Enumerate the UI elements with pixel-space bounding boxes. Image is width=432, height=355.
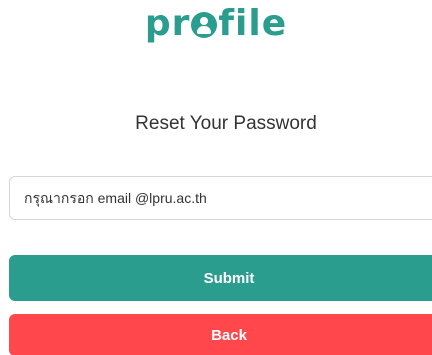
profile-logo: pr file bbox=[0, 2, 432, 46]
user-head-shape bbox=[200, 17, 209, 25]
user-circle-icon bbox=[191, 12, 218, 38]
submit-button[interactable]: Submit bbox=[9, 255, 432, 301]
user-body-shape bbox=[197, 26, 212, 34]
page-title: Reset Your Password bbox=[135, 113, 317, 134]
logo-prefix: pr bbox=[144, 3, 191, 44]
logo-suffix: file bbox=[218, 3, 288, 44]
back-button[interactable]: Back bbox=[9, 314, 432, 355]
reset-password-page: prfile Reset Your Password Submit Back bbox=[0, 0, 432, 355]
email-input[interactable] bbox=[9, 176, 432, 220]
